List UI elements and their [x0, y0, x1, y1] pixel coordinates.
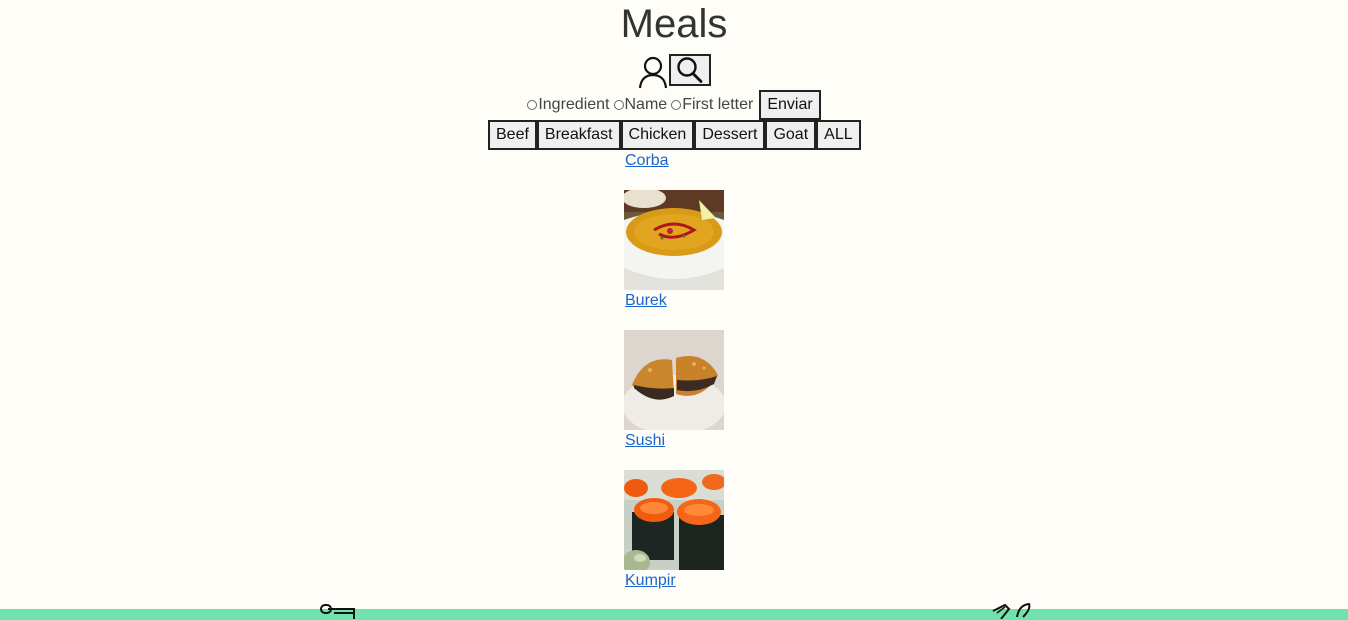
- category-chicken-button[interactable]: Chicken: [620, 120, 695, 150]
- radio-first-letter[interactable]: First letter: [671, 96, 753, 114]
- meal-card: Corba: [624, 151, 824, 290]
- radio-name-label: Name: [624, 96, 668, 113]
- search-icon: [677, 57, 703, 83]
- category-dessert-button[interactable]: Dessert: [694, 120, 766, 150]
- radio-ingredient-label: Ingredient: [538, 96, 610, 113]
- explore-icon[interactable]: [991, 603, 1035, 619]
- category-goat-button[interactable]: Goat: [765, 120, 817, 150]
- footer: [0, 603, 1348, 620]
- page-title: Meals: [620, 2, 728, 46]
- profile-button[interactable]: [637, 54, 669, 90]
- header: Meals: [0, 0, 1348, 90]
- meal-card: Burek: [624, 291, 824, 430]
- radio-first-letter-input[interactable]: [671, 100, 682, 110]
- radio-ingredient[interactable]: Ingredient: [527, 96, 610, 114]
- category-filters: Beef Breakfast Chicken Dessert Goat ALL: [488, 120, 861, 150]
- radio-ingredient-input[interactable]: [527, 100, 538, 110]
- meal-list: Corba Burek Sushi Kumpir: [624, 150, 824, 591]
- meal-image-soup[interactable]: [624, 190, 724, 290]
- meal-card: Kumpir: [624, 571, 824, 591]
- meal-image-sushi[interactable]: [624, 470, 724, 570]
- page: Meals Ingredient Name First letter Envia…: [0, 0, 1348, 620]
- meal-link[interactable]: Sushi: [624, 431, 824, 451]
- radio-name[interactable]: Name: [613, 96, 668, 114]
- radio-first-letter-label: First letter: [682, 96, 754, 113]
- category-beef-button[interactable]: Beef: [488, 120, 537, 150]
- profile-icon: [638, 56, 668, 89]
- category-all-button[interactable]: ALL: [816, 120, 861, 150]
- header-icons: [0, 54, 1348, 90]
- meal-link[interactable]: Kumpir: [624, 571, 824, 591]
- drinks-icon[interactable]: [320, 603, 356, 619]
- meal-link[interactable]: Burek: [624, 291, 824, 311]
- radio-name-input[interactable]: [613, 100, 624, 110]
- search-type-options: Ingredient Name First letter Enviar: [0, 90, 1348, 120]
- meal-card: Sushi: [624, 431, 824, 570]
- category-breakfast-button[interactable]: Breakfast: [536, 120, 621, 150]
- meal-image-pastry[interactable]: [624, 330, 724, 430]
- search-toggle-button[interactable]: [669, 54, 711, 86]
- submit-search-button[interactable]: Enviar: [759, 90, 821, 120]
- meal-link[interactable]: Corba: [624, 151, 824, 171]
